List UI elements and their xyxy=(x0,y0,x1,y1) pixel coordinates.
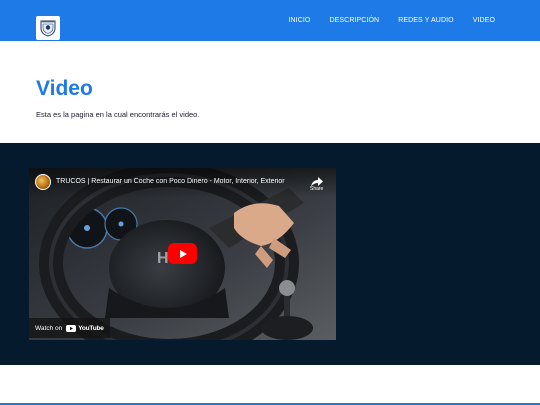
youtube-logo-icon: YouTube xyxy=(66,324,104,332)
watch-on-label: Watch on xyxy=(35,324,63,332)
youtube-label: YouTube xyxy=(78,324,104,332)
nav-link-redes-y-audio[interactable]: REDES Y AUDIO xyxy=(398,17,454,24)
nav-link-descripcion[interactable]: DESCRIPCIÓN xyxy=(329,17,379,24)
svg-text:H: H xyxy=(157,250,169,267)
page-description: Esta es la pagina en la cual encontrarás… xyxy=(36,110,200,119)
watch-on-youtube-button[interactable]: Watch on YouTube xyxy=(29,318,110,338)
channel-avatar[interactable] xyxy=(35,174,51,190)
video-section: H TRUCOS | Restaurar un Coche con Poco D… xyxy=(0,143,540,365)
play-button[interactable] xyxy=(168,243,197,264)
share-button[interactable] xyxy=(306,174,328,196)
share-label: Share xyxy=(310,186,324,192)
nav-link-video[interactable]: VIDEO xyxy=(473,17,495,24)
crest-logo-icon[interactable] xyxy=(36,16,60,40)
video-title[interactable]: TRUCOS | Restaurar un Coche con Poco Din… xyxy=(56,178,296,185)
navbar: INICIO DESCRIPCIÓN REDES Y AUDIO VIDEO xyxy=(0,0,540,41)
footer-section xyxy=(0,365,540,405)
youtube-embed[interactable]: H TRUCOS | Restaurar un Coche con Poco D… xyxy=(29,168,336,340)
hero-section: Video Esta es la pagina en la cual encon… xyxy=(0,41,540,143)
nav-link-inicio[interactable]: INICIO xyxy=(288,17,310,24)
nav-links: INICIO DESCRIPCIÓN REDES Y AUDIO VIDEO xyxy=(288,17,495,24)
page-title: Video xyxy=(36,77,93,100)
play-icon xyxy=(179,249,187,258)
